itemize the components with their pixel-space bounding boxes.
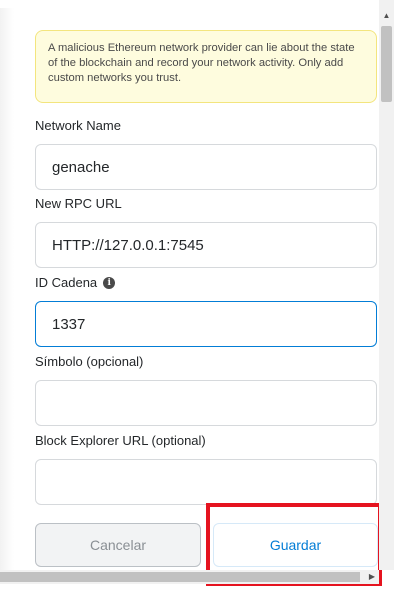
chain-id-input[interactable]: [35, 301, 377, 347]
scroll-up-arrow-icon[interactable]: ▲: [379, 10, 394, 22]
warning-text: A malicious Ethereum network provider ca…: [48, 42, 355, 84]
explorer-url-input[interactable]: [35, 459, 377, 505]
horizontal-scrollbar[interactable]: ▶: [0, 570, 379, 584]
cancel-button[interactable]: Cancelar: [35, 523, 201, 567]
network-name-input[interactable]: [35, 144, 377, 190]
panel-left-shade: [0, 0, 14, 570]
explorer-url-label: Block Explorer URL (optional): [35, 433, 206, 448]
panel-top-edge: [0, 0, 379, 8]
scroll-right-arrow-icon[interactable]: ▶: [369, 570, 375, 584]
vertical-scroll-thumb[interactable]: [381, 26, 392, 102]
add-network-panel: A malicious Ethereum network provider ca…: [0, 0, 379, 570]
network-name-label: Network Name: [35, 118, 121, 133]
warning-banner: A malicious Ethereum network provider ca…: [35, 30, 377, 103]
rpc-url-label: New RPC URL: [35, 196, 122, 211]
symbol-input[interactable]: [35, 380, 377, 426]
info-icon[interactable]: i: [103, 276, 116, 289]
vertical-scrollbar[interactable]: ▲: [379, 0, 394, 570]
rpc-url-input[interactable]: [35, 222, 377, 268]
horizontal-scroll-thumb[interactable]: [0, 572, 360, 582]
chain-id-label: ID Cadena i: [35, 275, 116, 290]
symbol-label: Símbolo (opcional): [35, 354, 144, 369]
